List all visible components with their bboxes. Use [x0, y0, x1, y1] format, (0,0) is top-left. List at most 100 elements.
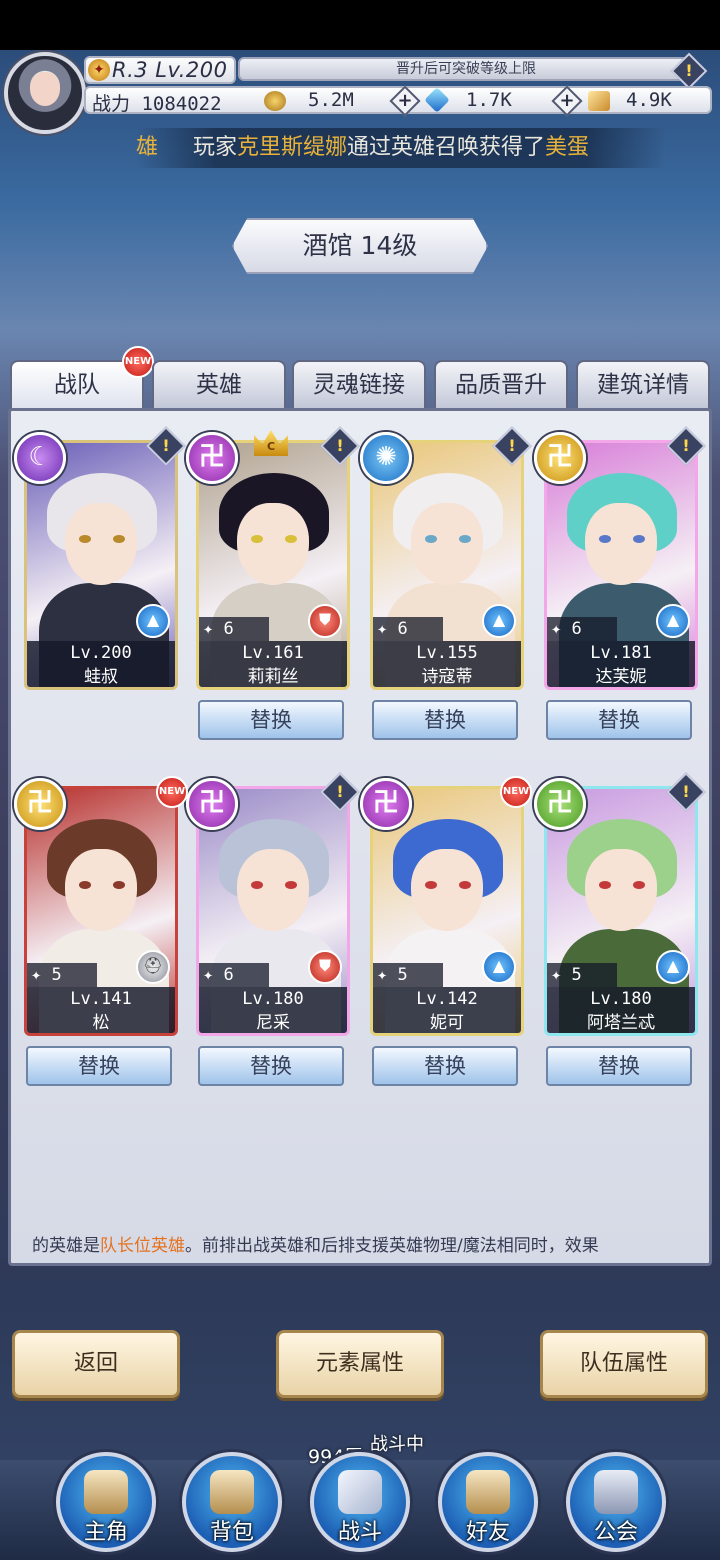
swap-hero-button[interactable]: 替换: [26, 1046, 172, 1086]
broadcast-ticker: 雄 玩家克里斯缇娜通过英雄召唤获得了美蛋: [136, 128, 666, 168]
hero-name: 诗寇蒂: [373, 665, 521, 687]
hero-face: [411, 503, 483, 585]
hero-name: 阿塔兰忒: [547, 1011, 695, 1033]
nav-battle-label: 战斗: [337, 1520, 382, 1545]
mage-role-icon: ▲: [482, 604, 516, 638]
hero-name: 松: [27, 1011, 175, 1033]
rank-level-box: ✦ R.3 Lv.200: [84, 56, 236, 84]
tab-building-details[interactable]: 建筑详情: [576, 360, 710, 410]
hero-star-count: ✦ 6: [373, 617, 443, 641]
hero-name: 蛙叔: [27, 665, 175, 687]
mage-role-icon: ▲: [136, 604, 170, 638]
nav-bag[interactable]: 背包: [182, 1452, 282, 1552]
gold-coin-icon: [264, 91, 286, 111]
hero-face: [585, 849, 657, 931]
swap-hero-button[interactable]: 替换: [372, 700, 518, 740]
ticker-text-before: 玩家: [192, 135, 237, 160]
hero-name: 妮可: [373, 1011, 521, 1033]
nav-battle[interactable]: 战斗: [310, 1452, 410, 1552]
handshake-icon: [466, 1470, 510, 1514]
hero-face: [237, 849, 309, 931]
moon-element-icon: ☾: [14, 432, 66, 484]
hero-eye: [633, 535, 645, 543]
player-avatar[interactable]: [4, 52, 86, 134]
hero-eye: [599, 881, 611, 889]
hero-eye: [79, 881, 91, 889]
light-element-icon: 卍: [534, 432, 586, 484]
hero-face: [585, 503, 657, 585]
dark-element-icon: 卍: [186, 778, 238, 830]
hint-after: 。前排出战英雄和后排支援英雄物理/魔法相同时，效果: [185, 1236, 599, 1256]
hero-eye: [633, 881, 645, 889]
swap-hero-button[interactable]: 替换: [546, 1046, 692, 1086]
swap-hero-button[interactable]: 替换: [198, 1046, 344, 1086]
power-resource-row: 战力 1084022 5.2M + 1.7K + 4.9K: [84, 85, 712, 117]
add-gold-button[interactable]: +: [389, 85, 421, 117]
gem-icon: [424, 87, 450, 113]
helmet-icon: [84, 1470, 128, 1514]
combat-power: 战力 1084022: [92, 93, 222, 115]
tab-soul-link[interactable]: 灵魂链接: [292, 360, 426, 410]
warrior-role-icon: ⛊: [308, 604, 342, 638]
tab-soul-link-label: 灵魂链接: [313, 372, 405, 398]
tab-team-new-badge: NEW: [122, 346, 154, 378]
hint-highlight: 队长位英雄: [100, 1236, 185, 1256]
hero-level: Lv.155: [373, 641, 521, 665]
hero-eye: [113, 881, 125, 889]
mage-role-icon: ▲: [656, 604, 690, 638]
hero-level: Lv.180: [199, 987, 347, 1011]
hero-new-badge: NEW: [500, 776, 532, 808]
backpack-icon: [210, 1470, 254, 1514]
hero-name: 莉莉丝: [199, 665, 347, 687]
hero-name: 达芙妮: [547, 665, 695, 687]
dark-element-icon: 卍: [360, 778, 412, 830]
ticker-text-middle: 通过英雄召唤获得了: [347, 135, 546, 160]
add-gems-button[interactable]: +: [551, 85, 583, 117]
swap-hero-button[interactable]: 替换: [372, 1046, 518, 1086]
nav-guild[interactable]: 公会: [566, 1452, 666, 1552]
nature-element-icon: 卍: [534, 778, 586, 830]
nav-guild-label: 公会: [593, 1520, 638, 1545]
ticker-prefix: 雄: [136, 135, 159, 160]
hero-level: Lv.180: [547, 987, 695, 1011]
rank-level-text: R.3 Lv.200: [112, 58, 228, 82]
swap-hero-button[interactable]: 替换: [198, 700, 344, 740]
hero-face: [65, 503, 137, 585]
hero-star-count: ✦ 5: [27, 963, 97, 987]
scroll-icon: [588, 91, 610, 111]
tab-heroes[interactable]: 英雄: [152, 360, 286, 410]
battle-state: 战斗中: [370, 1434, 424, 1455]
hero-new-badge: NEW: [156, 776, 188, 808]
hero-level: Lv.181: [547, 641, 695, 665]
team-attributes-button[interactable]: 队伍属性: [540, 1330, 708, 1398]
hero-eye: [425, 881, 437, 889]
hero-eye: [459, 535, 471, 543]
element-attributes-button[interactable]: 元素属性: [276, 1330, 444, 1398]
exp-hint-text: 晋升后可突破等级上限: [396, 61, 536, 77]
tab-quality-upgrade[interactable]: 品质晋升: [434, 360, 568, 410]
light-element-icon: 卍: [14, 778, 66, 830]
hero-eye: [285, 881, 297, 889]
crossed-swords-icon: [338, 1470, 382, 1514]
hint-before: 的英雄是: [32, 1236, 100, 1256]
hero-face: [411, 849, 483, 931]
tab-team-label: 战队: [54, 372, 100, 398]
gold-amount: 5.2M: [308, 89, 354, 111]
hero-star-count: ✦ 6: [199, 963, 269, 987]
mage-role-icon: ▲: [482, 950, 516, 984]
tank-role-icon: ⛑: [136, 950, 170, 984]
hero-level: Lv.200: [27, 641, 175, 665]
nav-bag-label: 背包: [209, 1520, 254, 1545]
rank-badge-icon: ✦: [88, 59, 110, 81]
exp-bar: 晋升后可突破等级上限: [238, 57, 694, 81]
hero-level: Lv.161: [199, 641, 347, 665]
guild-crest-icon: [594, 1470, 638, 1514]
hero-eye: [251, 881, 263, 889]
nav-friends[interactable]: 好友: [438, 1452, 538, 1552]
hero-star-count: ✦ 5: [373, 963, 443, 987]
back-button[interactable]: 返回: [12, 1330, 180, 1398]
mage-role-icon: ▲: [656, 950, 690, 984]
swap-hero-button[interactable]: 替换: [546, 700, 692, 740]
nav-hero[interactable]: 主角: [56, 1452, 156, 1552]
dark-element-icon: 卍: [186, 432, 238, 484]
